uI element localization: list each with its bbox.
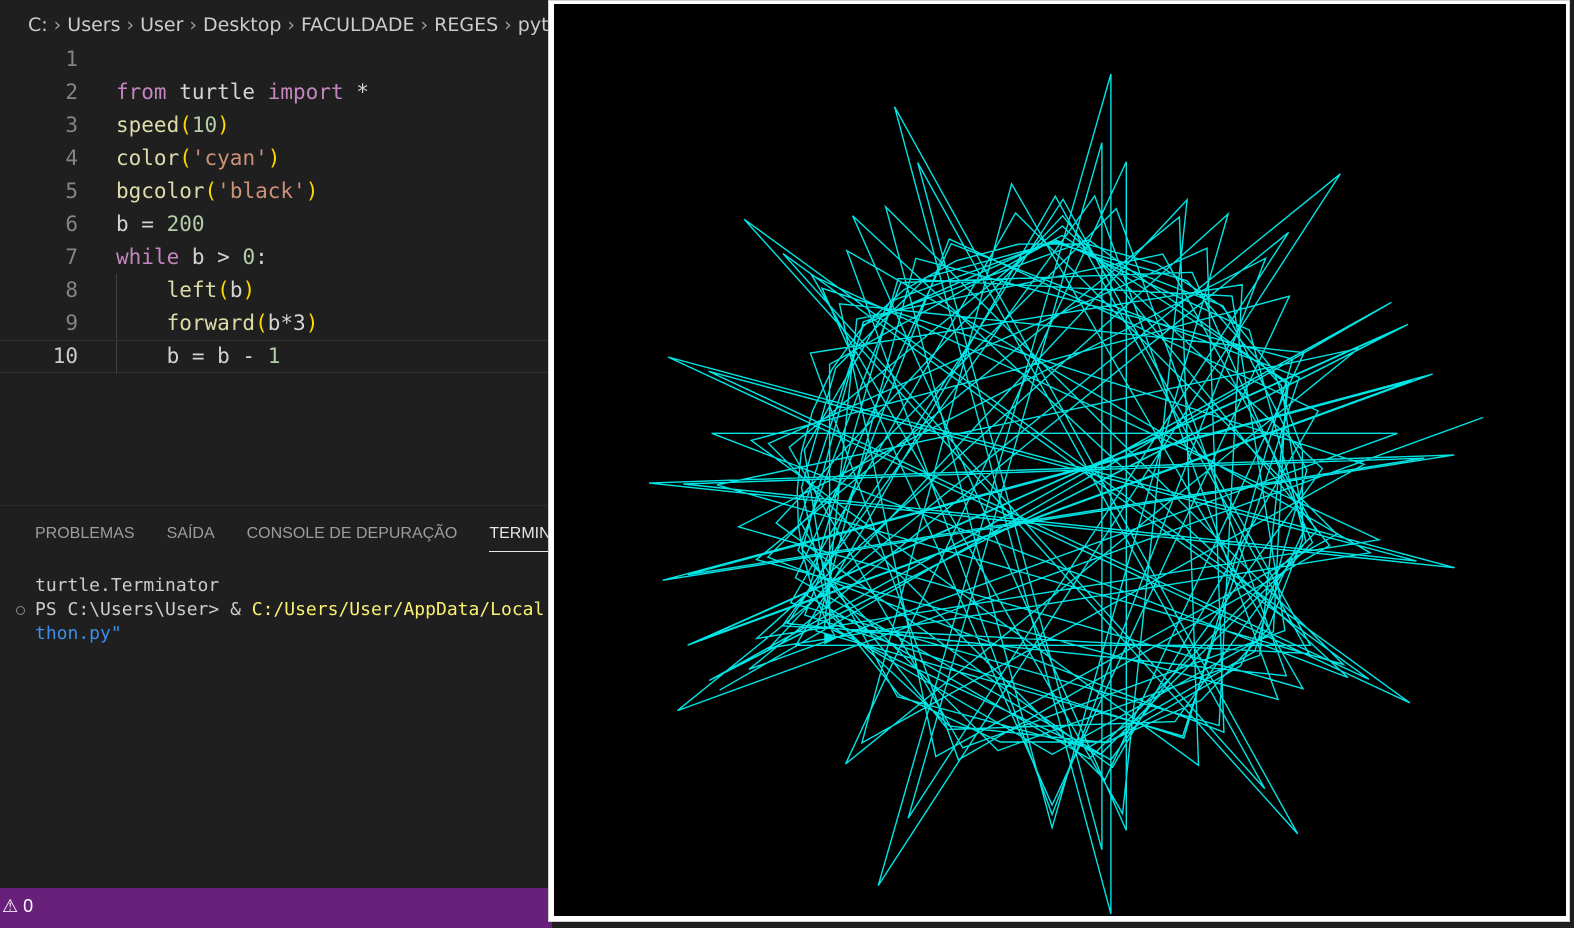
tab-terminal[interactable]: TERMINAL (489, 525, 552, 552)
code-token: import (267, 80, 344, 104)
code-text: color('cyan') (116, 142, 280, 175)
terminal-line: turtle.Terminator (35, 575, 220, 596)
code-token: b (229, 278, 243, 302)
tab-sa-da[interactable]: SAÍDA (167, 525, 215, 551)
code-token: ) (242, 278, 256, 302)
code-token: ( (179, 113, 192, 137)
line-number: 4 (65, 146, 78, 170)
code-text: from turtle import * (116, 76, 369, 109)
bottom-panel: PROBLEMAS SAÍDA CONSOLE DE DEPURAÇÃO TERMIN… (0, 505, 552, 889)
line-number: 5 (65, 179, 78, 203)
terminal-prompt: PS C:\Users\User> & (35, 599, 252, 620)
chevron-right-icon: › (504, 14, 512, 36)
code-token: while (116, 245, 180, 269)
code-token: ( (179, 146, 192, 170)
code-token: b = (116, 212, 167, 236)
code-token: ( (255, 311, 268, 335)
code-text: left(b) (116, 274, 256, 307)
terminal-output[interactable]: turtle.Terminator PS C:\Users\User> & C:… (35, 574, 544, 646)
status-bar: ⚠ 0 (0, 888, 552, 928)
code-line[interactable]: 9 forward(b*3) (0, 307, 552, 340)
code-token: ) (267, 146, 281, 170)
breadcrumb-item[interactable]: FACULDADE (301, 14, 415, 36)
chevron-right-icon: › (287, 14, 295, 36)
panel-tabs: PROBLEMAS SAÍDA CONSOLE DE DEPURAÇÃO TERMIN… (35, 525, 552, 552)
chevron-right-icon: › (126, 14, 135, 36)
code-token: 200 (166, 212, 205, 236)
breadcrumb-item[interactable]: REGES (434, 14, 498, 36)
breadcrumb-item[interactable]: User (140, 14, 183, 36)
code-area[interactable]: 1 2 from turtle import * 3 speed(10) 4 color('… (0, 43, 552, 374)
code-token: speed (116, 113, 180, 137)
tab-console-de-depura-o[interactable]: CONSOLE DE DEPURAÇÃO (247, 525, 458, 551)
turtle-drawing (648, 73, 1484, 915)
turtle-canvas (554, 4, 1566, 916)
code-editor[interactable]: C: › Users › User › Desktop › FACULDADE › REGES › py… (0, 0, 552, 928)
code-token: 1 (267, 344, 281, 368)
code-token: 'black' (217, 179, 306, 203)
breadcrumb-item[interactable]: pytho (518, 14, 552, 36)
line-number: 8 (65, 278, 78, 302)
code-token: ( (217, 278, 230, 302)
code-text: forward(b*3) (116, 307, 319, 340)
code-token: 10 (191, 113, 218, 137)
code-line[interactable]: 8 left(b) (0, 274, 552, 307)
line-number: 6 (65, 212, 78, 236)
code-line[interactable]: 1 (0, 43, 552, 76)
warning-status[interactable]: ⚠ 0 (2, 896, 33, 917)
code-token: turtle (166, 80, 268, 104)
code-line[interactable]: 10 b = b - 1 (0, 340, 552, 374)
line-number: 7 (65, 245, 78, 269)
code-token: color (116, 146, 180, 170)
code-token: b > (179, 245, 243, 269)
chevron-right-icon: › (420, 14, 429, 36)
terminal-status-icon (16, 606, 25, 615)
warning-count: 0 (23, 896, 34, 916)
code-text: b = 200 (116, 208, 205, 241)
code-token: 'cyan' (191, 146, 268, 170)
breadcrumb-item[interactable]: C: (28, 14, 48, 36)
code-token: ) (217, 113, 230, 137)
code-token: bgcolor (116, 179, 205, 203)
code-token: ) (305, 311, 319, 335)
line-number: 3 (65, 113, 78, 137)
code-text: b = b - 1 (116, 341, 281, 372)
code-text: speed(10) (116, 109, 230, 142)
warning-icon: ⚠ (2, 896, 19, 916)
code-line[interactable]: 4 color('cyan') (0, 142, 552, 175)
breadcrumb-item[interactable]: Desktop (203, 14, 281, 36)
code-token: b = b - (116, 344, 268, 368)
chevron-right-icon: › (53, 14, 62, 36)
line-number: 10 (52, 344, 78, 368)
chevron-right-icon: › (189, 14, 198, 36)
code-line[interactable]: 2 from turtle import * (0, 76, 552, 109)
code-line[interactable]: 6 b = 200 (0, 208, 552, 241)
terminal-line: thon.py" (35, 623, 122, 644)
terminal-path: C:/Users/User/AppData/Local (251, 599, 545, 620)
code-token: ) (305, 179, 319, 203)
code-token: : (255, 245, 268, 269)
code-token: forward (166, 311, 256, 335)
code-token: left (166, 278, 218, 302)
breadcrumb: C: › Users › User › Desktop › FACULDADE › REGES › py… (28, 14, 552, 40)
line-number: 2 (65, 80, 78, 104)
turtle-graphics-window[interactable] (548, 0, 1570, 922)
code-line[interactable]: 3 speed(10) (0, 109, 552, 142)
code-token: ( (204, 179, 218, 203)
code-line[interactable]: 7 while b > 0: (0, 241, 552, 274)
code-token: * (343, 80, 369, 104)
tab-problemas[interactable]: PROBLEMAS (35, 525, 135, 551)
line-number: 9 (65, 311, 78, 335)
code-token: 0 (242, 245, 256, 269)
code-text: bgcolor('black') (116, 175, 318, 208)
code-text: while b > 0: (116, 241, 268, 274)
line-number: 1 (65, 47, 78, 71)
code-token: from (116, 80, 167, 104)
breadcrumb-item[interactable]: Users (67, 14, 120, 36)
code-line[interactable]: 5 bgcolor('black') (0, 175, 552, 208)
code-token: b*3 (267, 311, 306, 335)
